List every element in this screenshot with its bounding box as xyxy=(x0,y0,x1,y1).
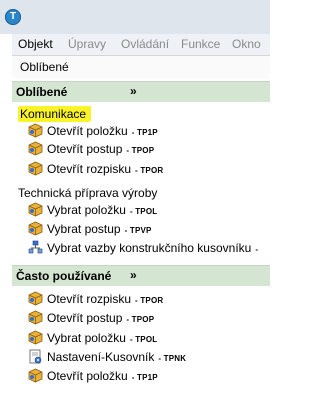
favorite-item-code: - xyxy=(255,245,259,254)
menu-ovladani[interactable]: Ovládání xyxy=(121,37,169,51)
frequent-item-label: Otevřít rozpisku xyxy=(47,292,132,306)
frequent-item-code: - TPOR xyxy=(135,296,164,305)
tree-icon xyxy=(28,240,43,254)
favorite-item-label: Otevřít postup xyxy=(47,142,123,156)
frequent-item-code: - TPOP xyxy=(126,315,155,324)
group-label-komunikace: Komunikace xyxy=(18,106,92,122)
favorite-item-label: Vybrat vazby konstrukčního kusovníku xyxy=(47,241,252,255)
package-icon xyxy=(28,368,43,383)
menu-funkce[interactable]: Funkce xyxy=(181,37,220,51)
package-icon xyxy=(28,221,43,236)
frequent-item-label: Vybrat položku xyxy=(47,331,126,345)
frequent-item-label: Otevřít postup xyxy=(47,311,123,325)
section-frequent-title: Často používané xyxy=(16,269,112,283)
favorite-item-code: - TPOL xyxy=(129,207,158,216)
section-frequent-header[interactable]: Často používané » xyxy=(12,265,270,286)
package-icon xyxy=(28,161,43,176)
package-icon xyxy=(28,141,43,156)
favorite-item-code: - TPOP xyxy=(126,146,155,155)
favorite-item-label: Vybrat postup xyxy=(47,222,121,236)
frequent-item-code: - TPNK xyxy=(158,354,187,363)
settings-doc-icon xyxy=(29,349,42,364)
favorites-tab-bar: Oblíbené xyxy=(12,56,270,79)
package-icon xyxy=(28,202,43,217)
package-icon xyxy=(28,330,43,345)
group-label-highlight: Komunikace xyxy=(18,106,92,122)
title-bar: T xyxy=(0,0,270,34)
menu-okno[interactable]: Okno xyxy=(232,37,261,51)
frequent-item-label: Nastavení-Kusovník xyxy=(47,350,155,364)
menu-upravy[interactable]: Úpravy xyxy=(68,37,106,51)
frequent-item-code: - TPOL xyxy=(129,335,158,344)
frequent-item-code: - TP1P xyxy=(131,373,158,382)
app-logo-icon[interactable]: T xyxy=(5,9,21,25)
favorite-item-code: - TPOR xyxy=(135,166,164,175)
package-icon xyxy=(28,291,43,306)
frequent-item-label: Otevřít položku xyxy=(47,369,128,383)
group-label-tpv: Technická příprava výroby xyxy=(18,186,158,200)
favorite-item-label: Vybrat položku xyxy=(47,203,126,217)
section-favorites-header[interactable]: Oblíbené » xyxy=(12,81,270,102)
section-favorites-title: Oblíbené xyxy=(16,85,68,99)
favorite-item-code: - TPVP xyxy=(124,226,152,235)
menu-bar: Objekt Úpravy Ovládání Funkce Okno xyxy=(12,34,270,56)
menu-objekt[interactable]: Objekt xyxy=(18,37,53,51)
package-icon xyxy=(28,123,43,138)
favorites-tab[interactable]: Oblíbené xyxy=(20,60,69,74)
favorites-panel: Oblíbené » Komunikace Otevřít položku - T… xyxy=(12,78,270,394)
favorite-item-label: Otevřít rozpisku xyxy=(47,162,132,176)
expand-chevron-icon[interactable]: » xyxy=(130,268,137,282)
package-icon xyxy=(28,310,43,325)
favorite-item-code: - TP1P xyxy=(131,128,158,137)
expand-chevron-icon[interactable]: » xyxy=(130,84,137,98)
favorite-item-label: Otevřít položku xyxy=(47,124,128,138)
